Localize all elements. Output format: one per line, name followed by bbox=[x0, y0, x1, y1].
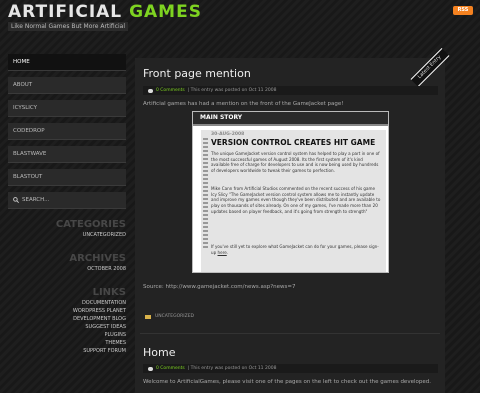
link-themes[interactable]: THEMES bbox=[8, 339, 126, 347]
comment-bubble-icon bbox=[148, 88, 153, 93]
links-heading: LINKS bbox=[92, 287, 126, 298]
nav-item-icyslicy[interactable]: ICYSLICY bbox=[8, 100, 126, 117]
post-intro-home: Welcome to ArtificialGames, please visit… bbox=[143, 379, 431, 385]
site-logo[interactable]: ARTIFICIAL GAMES bbox=[8, 2, 202, 22]
comments-link[interactable]: 0 Comments bbox=[156, 86, 185, 95]
logo-text-artificial: ARTIFICIAL bbox=[8, 2, 123, 22]
post-date: | This entry was posted on Oct 11 2008 bbox=[187, 366, 277, 371]
post-meta-2: 0 Comments | This entry was posted on Oc… bbox=[143, 364, 438, 373]
screenshot-paragraph-1: The unique GameJacket version control sy… bbox=[211, 151, 380, 174]
search-box[interactable]: SEARCH... bbox=[8, 192, 126, 209]
comment-bubble-icon bbox=[148, 366, 153, 371]
post-source[interactable]: Source: http://www.gamejacket.com/news.a… bbox=[143, 284, 295, 290]
link-wordpress-planet[interactable]: WORDPRESS PLANET bbox=[8, 307, 126, 315]
comments-link[interactable]: 0 Comments bbox=[156, 364, 185, 373]
link-suggest-ideas[interactable]: SUGGEST IDEAS bbox=[8, 323, 126, 331]
archive-link-october-2008[interactable]: OCTOBER 2008 bbox=[8, 265, 126, 273]
post-category: UNCATEGORIZED bbox=[145, 314, 194, 319]
post-intro: Artificial games has had a mention on th… bbox=[143, 101, 344, 107]
post-meta: 0 Comments | This entry was posted on Oc… bbox=[143, 86, 438, 95]
search-placeholder: SEARCH... bbox=[22, 197, 50, 203]
link-support-forum[interactable]: SUPPORT FORUM bbox=[8, 347, 126, 355]
rss-feed-icon[interactable]: RSS bbox=[453, 6, 473, 15]
folder-icon bbox=[145, 314, 151, 319]
nav-item-codedrop[interactable]: CODEDROP bbox=[8, 123, 126, 140]
post-title-home[interactable]: Home bbox=[143, 346, 175, 359]
link-plugins[interactable]: PLUGINS bbox=[8, 331, 126, 339]
screenshot-paragraph-3-text: If you've still yet to explore what Game… bbox=[211, 244, 379, 255]
site-tagline: Like Normal Games But More Artificial bbox=[8, 22, 129, 31]
link-documentation[interactable]: DOCUMENTATION bbox=[8, 299, 126, 307]
screenshot-paragraph-3: If you've still yet to explore what Game… bbox=[211, 244, 379, 255]
post-category-link[interactable]: UNCATEGORIZED bbox=[155, 314, 194, 319]
zipper-decoration bbox=[203, 138, 208, 248]
screenshot-paragraph-2: Mike Cann from Artificial Studios commen… bbox=[211, 186, 381, 214]
screenshot-article: 30-AUG-2008 VERSION CONTROL CREATES HIT … bbox=[201, 130, 386, 272]
archives-heading: ARCHIVES bbox=[69, 253, 126, 264]
screenshot-signup-link: here bbox=[217, 249, 227, 255]
sidebar: HOME ABOUT ICYSLICY CODEDROP BLASTWAVE B… bbox=[8, 54, 126, 355]
category-link-uncategorized[interactable]: UNCATEGORIZED bbox=[8, 231, 126, 239]
screenshot-bar-title: MAIN STORY bbox=[193, 112, 388, 126]
site-header: ARTIFICIAL GAMES Like Normal Games But M… bbox=[0, 0, 480, 38]
post-title-front-page-mention[interactable]: Front page mention bbox=[143, 67, 251, 80]
screenshot-date: 30-AUG-2008 bbox=[211, 132, 245, 137]
search-icon bbox=[13, 197, 19, 203]
nav-item-blastwave[interactable]: BLASTWAVE bbox=[8, 146, 126, 163]
nav-item-blastout[interactable]: BLASTOUT bbox=[8, 169, 126, 186]
post-date: | This entry was posted on Oct 11 2008 bbox=[187, 88, 277, 93]
nav-item-home[interactable]: HOME bbox=[8, 54, 126, 71]
post-divider bbox=[140, 333, 440, 334]
nav-item-about[interactable]: ABOUT bbox=[8, 77, 126, 94]
logo-text-games: GAMES bbox=[129, 2, 202, 22]
link-development-blog[interactable]: DEVELOPMENT BLOG bbox=[8, 315, 126, 323]
gamejacket-screenshot: MAIN STORY 30-AUG-2008 VERSION CONTROL C… bbox=[192, 111, 389, 273]
screenshot-headline: VERSION CONTROL CREATES HIT GAME bbox=[211, 138, 376, 147]
categories-heading: CATEGORIES bbox=[55, 219, 126, 230]
